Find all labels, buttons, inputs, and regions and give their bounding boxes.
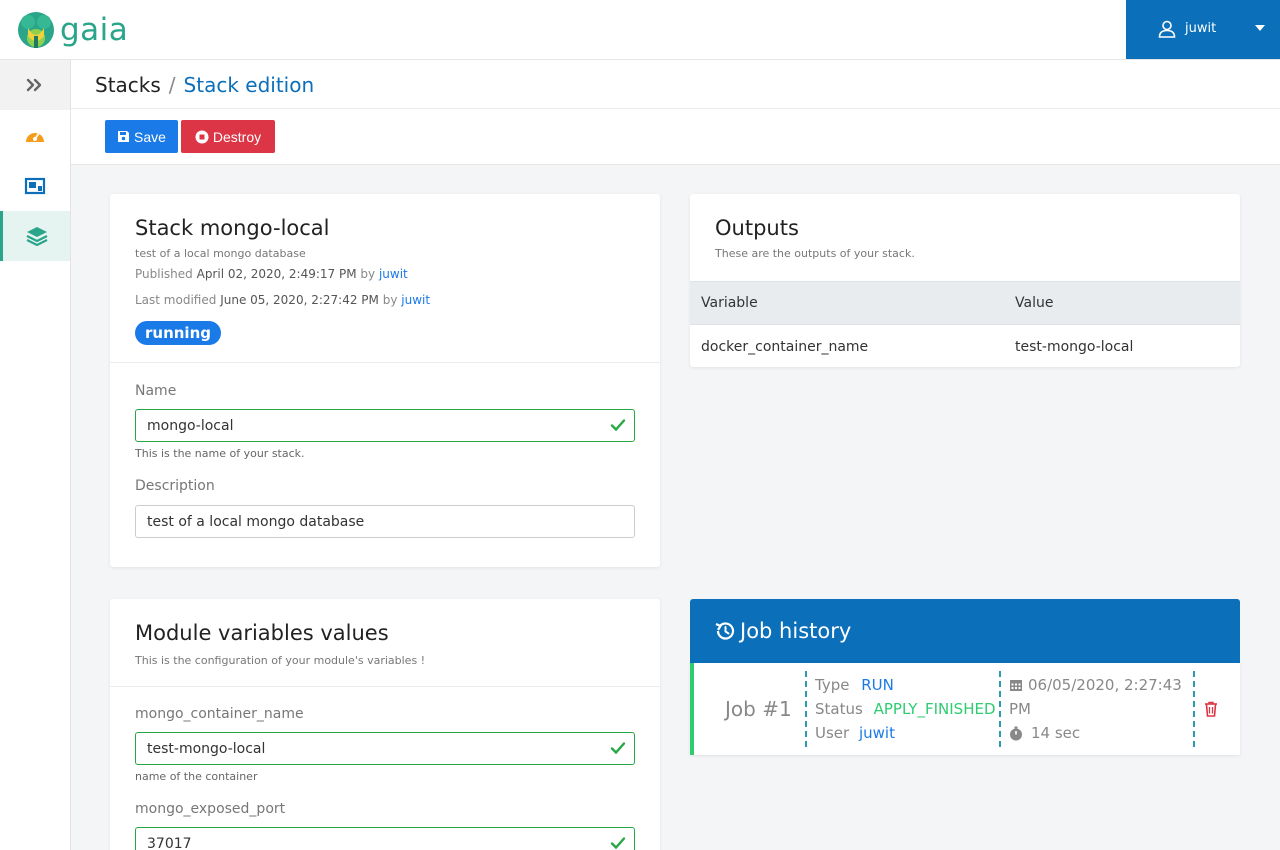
stack-description-text: test of a local mongo database bbox=[135, 247, 306, 260]
description-value: test of a local mongo database bbox=[147, 513, 365, 530]
job-divider bbox=[1193, 671, 1195, 747]
name-value: mongo-local bbox=[147, 417, 234, 434]
job-type: Type RUN bbox=[815, 676, 894, 694]
user-name: juwit bbox=[1185, 21, 1217, 36]
check-icon bbox=[610, 419, 626, 432]
stacks-icon bbox=[26, 227, 47, 246]
job-number: Job #1 bbox=[725, 697, 792, 721]
job-status-label: Status bbox=[815, 700, 863, 718]
job-date-value: 06/05/2020, 2:27:43 bbox=[1028, 676, 1182, 694]
destroy-label: Destroy bbox=[212, 128, 262, 145]
variable-label: mongo_exposed_port bbox=[135, 801, 286, 817]
header-divider bbox=[71, 108, 1280, 109]
job-history-header: Job history bbox=[690, 599, 1240, 663]
published-prefix: Published bbox=[135, 267, 193, 281]
name-label: Name bbox=[135, 383, 177, 399]
check-icon bbox=[610, 742, 626, 755]
job-date: 06/05/2020, 2:27:43 bbox=[1009, 676, 1182, 694]
status-badge: running bbox=[135, 321, 221, 345]
stop-circle-icon bbox=[195, 130, 209, 143]
modified-by: by bbox=[382, 293, 398, 307]
app-logo-text: gaia bbox=[60, 12, 129, 48]
job-user-link[interactable]: juwit bbox=[859, 724, 895, 742]
outputs-card: Outputs These are the outputs of your st… bbox=[690, 194, 1240, 367]
column-header-value: Value bbox=[1015, 295, 1054, 311]
description-label: Description bbox=[135, 478, 215, 494]
stack-card: Stack mongo-local test of a local mongo … bbox=[110, 194, 660, 567]
output-value: test-mongo-local bbox=[1015, 339, 1134, 355]
sidebar-item-dashboard[interactable] bbox=[0, 111, 70, 161]
sidebar bbox=[0, 60, 71, 850]
card-divider bbox=[110, 362, 660, 363]
sidebar-item-modules[interactable] bbox=[0, 161, 70, 211]
output-variable: docker_container_name bbox=[701, 339, 869, 355]
outputs-table-header: Variable Value bbox=[690, 281, 1240, 325]
modified-date: June 05, 2020, 2:27:42 PM bbox=[220, 293, 379, 307]
save-icon bbox=[118, 131, 130, 142]
user-menu[interactable]: juwit bbox=[1126, 0, 1280, 59]
variables-title: Module variables values bbox=[135, 621, 389, 645]
outputs-title: Outputs bbox=[715, 216, 799, 240]
trash-icon[interactable] bbox=[1204, 701, 1218, 717]
history-icon bbox=[715, 622, 735, 640]
job-duration: 14 sec bbox=[1009, 724, 1080, 742]
job-type-value: RUN bbox=[861, 676, 894, 694]
variables-subtitle: This is the configuration of your module… bbox=[135, 654, 426, 667]
double-chevron-right-icon bbox=[26, 78, 42, 92]
page-header: Stacks / Stack edition Save Destroy bbox=[71, 60, 1280, 165]
variable-value: test-mongo-local bbox=[147, 740, 266, 757]
job-status-value: APPLY_FINISHED bbox=[873, 700, 996, 718]
job-user-label: User bbox=[815, 724, 850, 742]
published-by: by bbox=[360, 267, 376, 281]
card-divider bbox=[110, 686, 660, 687]
dashboard-icon bbox=[26, 132, 44, 142]
column-header-variable: Variable bbox=[701, 295, 758, 311]
job-status: Status APPLY_FINISHED bbox=[815, 700, 996, 718]
check-icon bbox=[610, 837, 626, 850]
published-user-link[interactable]: juwit bbox=[379, 267, 408, 281]
modified-meta: Last modified June 05, 2020, 2:27:42 PM … bbox=[135, 293, 430, 307]
top-bar: gaia juwit bbox=[0, 0, 1280, 60]
gaia-logo-icon bbox=[18, 12, 54, 48]
name-help: This is the name of your stack. bbox=[135, 447, 305, 460]
published-date: April 02, 2020, 2:49:17 PM bbox=[196, 267, 357, 281]
modified-prefix: Last modified bbox=[135, 293, 217, 307]
outputs-subtitle: These are the outputs of your stack. bbox=[715, 247, 915, 260]
stack-title: Stack mongo-local bbox=[135, 216, 330, 240]
job-duration-value: 14 sec bbox=[1031, 724, 1081, 742]
user-icon bbox=[1158, 20, 1176, 38]
job-date-suffix: PM bbox=[1009, 700, 1031, 718]
save-label: Save bbox=[134, 128, 166, 145]
module-variables-card: Module variables values This is the conf… bbox=[110, 599, 660, 850]
job-history-title-text: Job history bbox=[740, 619, 852, 643]
job-user: User juwit bbox=[815, 724, 895, 742]
mongo-exposed-port-field[interactable]: 37017 bbox=[135, 827, 635, 850]
variable-value: 37017 bbox=[147, 835, 192, 850]
sidebar-toggle[interactable] bbox=[0, 60, 70, 110]
destroy-button[interactable]: Destroy bbox=[181, 120, 275, 153]
sidebar-item-stacks[interactable] bbox=[0, 211, 70, 261]
calendar-icon bbox=[1010, 680, 1022, 691]
job-row[interactable]: Job #1 Type RUN Status APPLY_FINISHED Us… bbox=[690, 663, 1240, 755]
variable-help: name of the container bbox=[135, 770, 258, 783]
variable-label: mongo_container_name bbox=[135, 706, 304, 722]
published-meta: Published April 02, 2020, 2:49:17 PM by … bbox=[135, 267, 408, 281]
stopwatch-icon bbox=[1010, 726, 1022, 740]
mongo-container-name-field[interactable]: test-mongo-local bbox=[135, 732, 635, 765]
job-divider bbox=[805, 671, 807, 747]
save-button[interactable]: Save bbox=[105, 120, 178, 153]
job-history-title: Job history bbox=[714, 619, 851, 643]
app-logo[interactable]: gaia bbox=[14, 8, 128, 52]
description-field[interactable]: test of a local mongo database bbox=[135, 505, 635, 538]
breadcrumb-separator: / bbox=[168, 73, 176, 97]
name-field[interactable]: mongo-local bbox=[135, 409, 635, 442]
breadcrumb-stacks[interactable]: Stacks bbox=[95, 73, 161, 97]
breadcrumb-current: Stack edition bbox=[183, 73, 315, 97]
breadcrumb: Stacks / Stack edition bbox=[95, 73, 314, 97]
job-divider bbox=[999, 671, 1001, 747]
job-type-label: Type bbox=[815, 676, 850, 694]
chevron-down-icon[interactable] bbox=[1255, 25, 1265, 31]
modified-user-link[interactable]: juwit bbox=[401, 293, 430, 307]
modules-icon bbox=[24, 177, 46, 195]
